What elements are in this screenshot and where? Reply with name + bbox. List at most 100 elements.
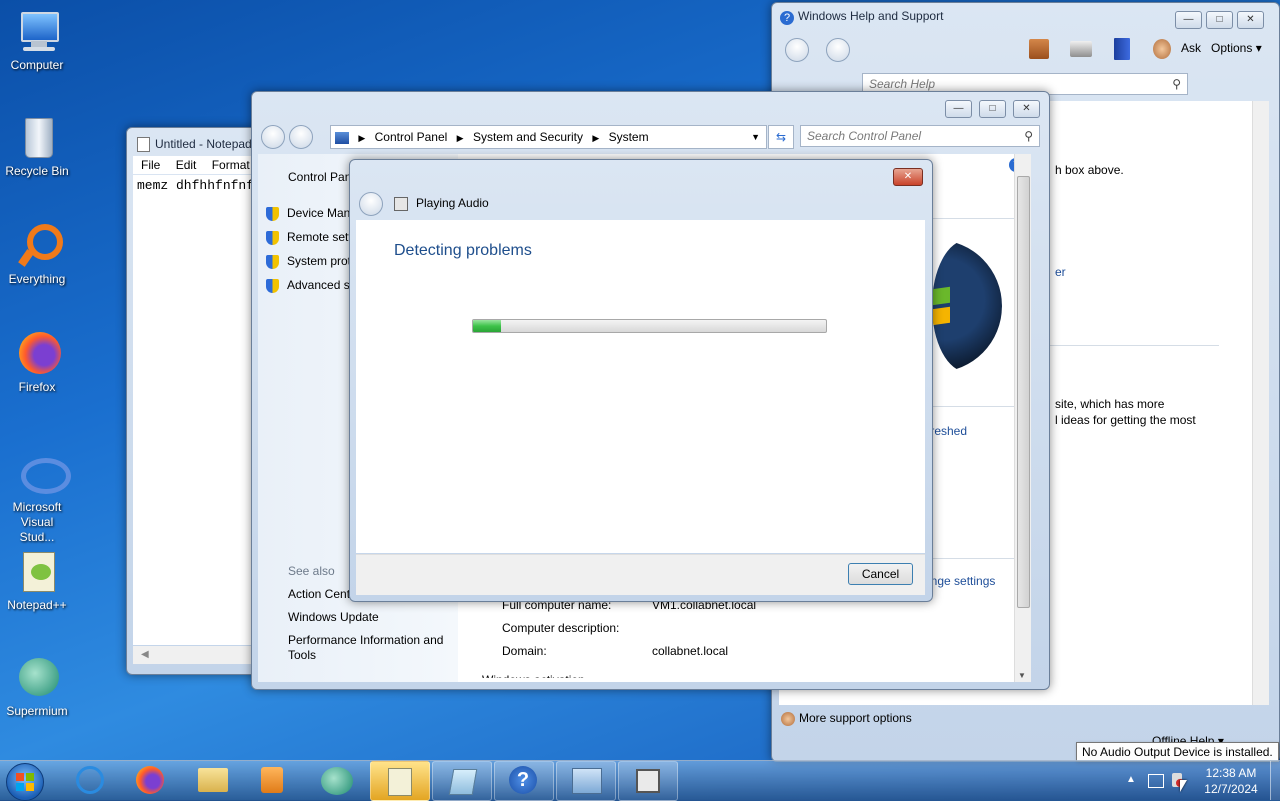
supermium-icon	[13, 654, 61, 702]
see-also-heading: See also	[288, 564, 335, 578]
notepad-text-area[interactable]: memz dhfhhfnfnf	[133, 175, 267, 645]
troubleshooter-dialog: ✕ Playing Audio Detecting problems Cance…	[349, 159, 933, 602]
link-windows-update[interactable]: Windows Update	[288, 610, 379, 624]
firefox-icon	[13, 330, 61, 378]
show-desktop-button[interactable]	[1270, 761, 1280, 800]
ask-button[interactable]: Ask	[1181, 41, 1201, 55]
chevron-down-icon[interactable]: ▼	[751, 126, 760, 148]
detecting-heading: Detecting problems	[394, 242, 532, 259]
back-button[interactable]	[785, 38, 809, 62]
media-player-icon[interactable]	[261, 767, 283, 793]
close-button[interactable]: ✕	[893, 168, 923, 186]
breadcrumb-system-security[interactable]: System and Security	[473, 130, 583, 144]
help-search-placeholder: Search Help	[869, 77, 936, 91]
search-icon[interactable]: ⚲	[1024, 126, 1033, 146]
menu-file[interactable]: File	[141, 158, 160, 172]
desktop-icon-everything[interactable]: Everything	[2, 222, 72, 287]
forward-button[interactable]	[826, 38, 850, 62]
close-button[interactable]: ✕	[1013, 100, 1040, 118]
recycle-bin-icon	[13, 114, 61, 162]
visual-studio-icon	[13, 450, 71, 498]
control-panel-task[interactable]	[556, 761, 616, 801]
help-link-fragment[interactable]: er	[1055, 265, 1066, 279]
everything-icon	[13, 222, 63, 270]
scroll-left-icon[interactable]: ◀	[141, 649, 149, 660]
cp-scrollbar[interactable]: ▼	[1014, 154, 1031, 682]
back-button[interactable]	[261, 125, 285, 149]
firefox-taskbar-icon[interactable]	[136, 766, 164, 794]
section-heading-fragment: Windows activation	[482, 668, 585, 678]
scrollbar-thumb[interactable]	[1017, 176, 1030, 608]
breadcrumb-control-panel[interactable]: Control Panel	[375, 130, 448, 144]
notepad-menubar: File Edit Format	[133, 156, 267, 174]
notepad-icon	[137, 137, 150, 152]
breadcrumb-system[interactable]: System	[609, 130, 649, 144]
help-text-fragment: site, which has more	[1055, 397, 1165, 411]
search-icon[interactable]: ⚲	[1172, 74, 1181, 94]
print-icon[interactable]	[1070, 41, 1092, 57]
scroll-down-icon[interactable]: ▼	[1018, 671, 1026, 680]
desktop-icon-recycle-bin[interactable]: Recycle Bin	[2, 114, 72, 179]
shield-icon	[266, 254, 279, 269]
notepad-window: Untitled - Notepad File Edit Format memz…	[126, 127, 268, 675]
back-button[interactable]	[359, 192, 383, 216]
desktop-icon-firefox[interactable]: Firefox	[2, 330, 72, 395]
home-icon[interactable]	[1029, 39, 1049, 59]
show-hidden-icons[interactable]: ▲	[1126, 774, 1136, 785]
help-task[interactable]: ?	[494, 761, 554, 801]
address-bar[interactable]: ▶ Control Panel ▶ System and Security ▶ …	[330, 125, 767, 149]
cp-search-input[interactable]: Search Control Panel ⚲	[800, 125, 1040, 147]
supermium-taskbar-icon[interactable]	[321, 767, 353, 795]
desktop-icon-supermium[interactable]: Supermium	[2, 654, 72, 719]
menu-edit[interactable]: Edit	[176, 158, 197, 172]
maximize-button[interactable]: □	[979, 100, 1006, 118]
close-button[interactable]: ✕	[1237, 11, 1264, 29]
options-button[interactable]: Options ▾	[1211, 41, 1262, 55]
more-support-options[interactable]: More support options	[781, 711, 912, 726]
desktop-icon-visual-studio[interactable]: Microsoft Visual Stud...	[2, 450, 72, 545]
minimize-button[interactable]: —	[1175, 11, 1202, 29]
cancel-button[interactable]: Cancel	[848, 563, 913, 585]
explorer-icon[interactable]	[198, 768, 228, 792]
link-refreshed-fragment[interactable]: freshed	[927, 424, 967, 438]
chevron-down-icon: ▾	[1255, 41, 1262, 55]
notepadpp-icon	[13, 548, 61, 596]
notepadpp-task[interactable]	[370, 761, 430, 801]
desktop-icon-label: Recycle Bin	[5, 164, 69, 178]
clock-date: 12/7/2024	[1204, 782, 1258, 796]
troubleshooter-task[interactable]	[618, 761, 678, 801]
desktop-icon-notepadpp[interactable]: Notepad++	[2, 548, 72, 613]
link-performance-info[interactable]: Performance Information and Tools	[288, 633, 453, 663]
info-value: collabnet.local	[652, 644, 729, 658]
browse-help-icon[interactable]	[1114, 38, 1130, 60]
breadcrumb-arrow-icon: ▶	[592, 133, 600, 143]
refresh-icon[interactable]: ⇆	[768, 125, 794, 149]
cp-search-placeholder: Search Control Panel	[807, 129, 922, 143]
action-center-flag-icon[interactable]	[1148, 774, 1164, 788]
ask-icon[interactable]	[1153, 39, 1171, 59]
divider	[928, 218, 1014, 219]
notepad-task[interactable]	[432, 761, 492, 801]
help-scrollbar[interactable]	[1252, 101, 1269, 705]
maximize-button[interactable]: □	[1206, 11, 1233, 29]
windows-logo	[932, 240, 1002, 372]
internet-explorer-icon[interactable]	[76, 766, 104, 794]
desktop-icon-computer[interactable]: Computer	[2, 8, 72, 73]
start-button[interactable]	[6, 763, 44, 801]
desktop-icon-label: Everything	[8, 272, 66, 286]
info-label: Domain:	[502, 644, 547, 658]
notepad-hscrollbar[interactable]: ◀	[133, 646, 267, 664]
desktop-icon-label: Notepad++	[7, 598, 67, 612]
progress-fill	[473, 320, 502, 332]
forward-button[interactable]	[289, 125, 313, 149]
minimize-button[interactable]: —	[945, 100, 972, 118]
help-text-fragment: h box above.	[1055, 163, 1124, 177]
menu-format[interactable]: Format	[212, 158, 250, 172]
breadcrumb-arrow-icon: ▶	[358, 133, 366, 143]
troubleshooter-icon	[394, 197, 408, 211]
notepad-icon	[448, 769, 478, 795]
clock[interactable]: 12:38 AM 12/7/2024	[1196, 765, 1266, 797]
dialog-footer: Cancel	[356, 554, 925, 595]
shield-icon	[266, 278, 279, 293]
link-change-settings[interactable]: ange settings	[924, 574, 995, 588]
